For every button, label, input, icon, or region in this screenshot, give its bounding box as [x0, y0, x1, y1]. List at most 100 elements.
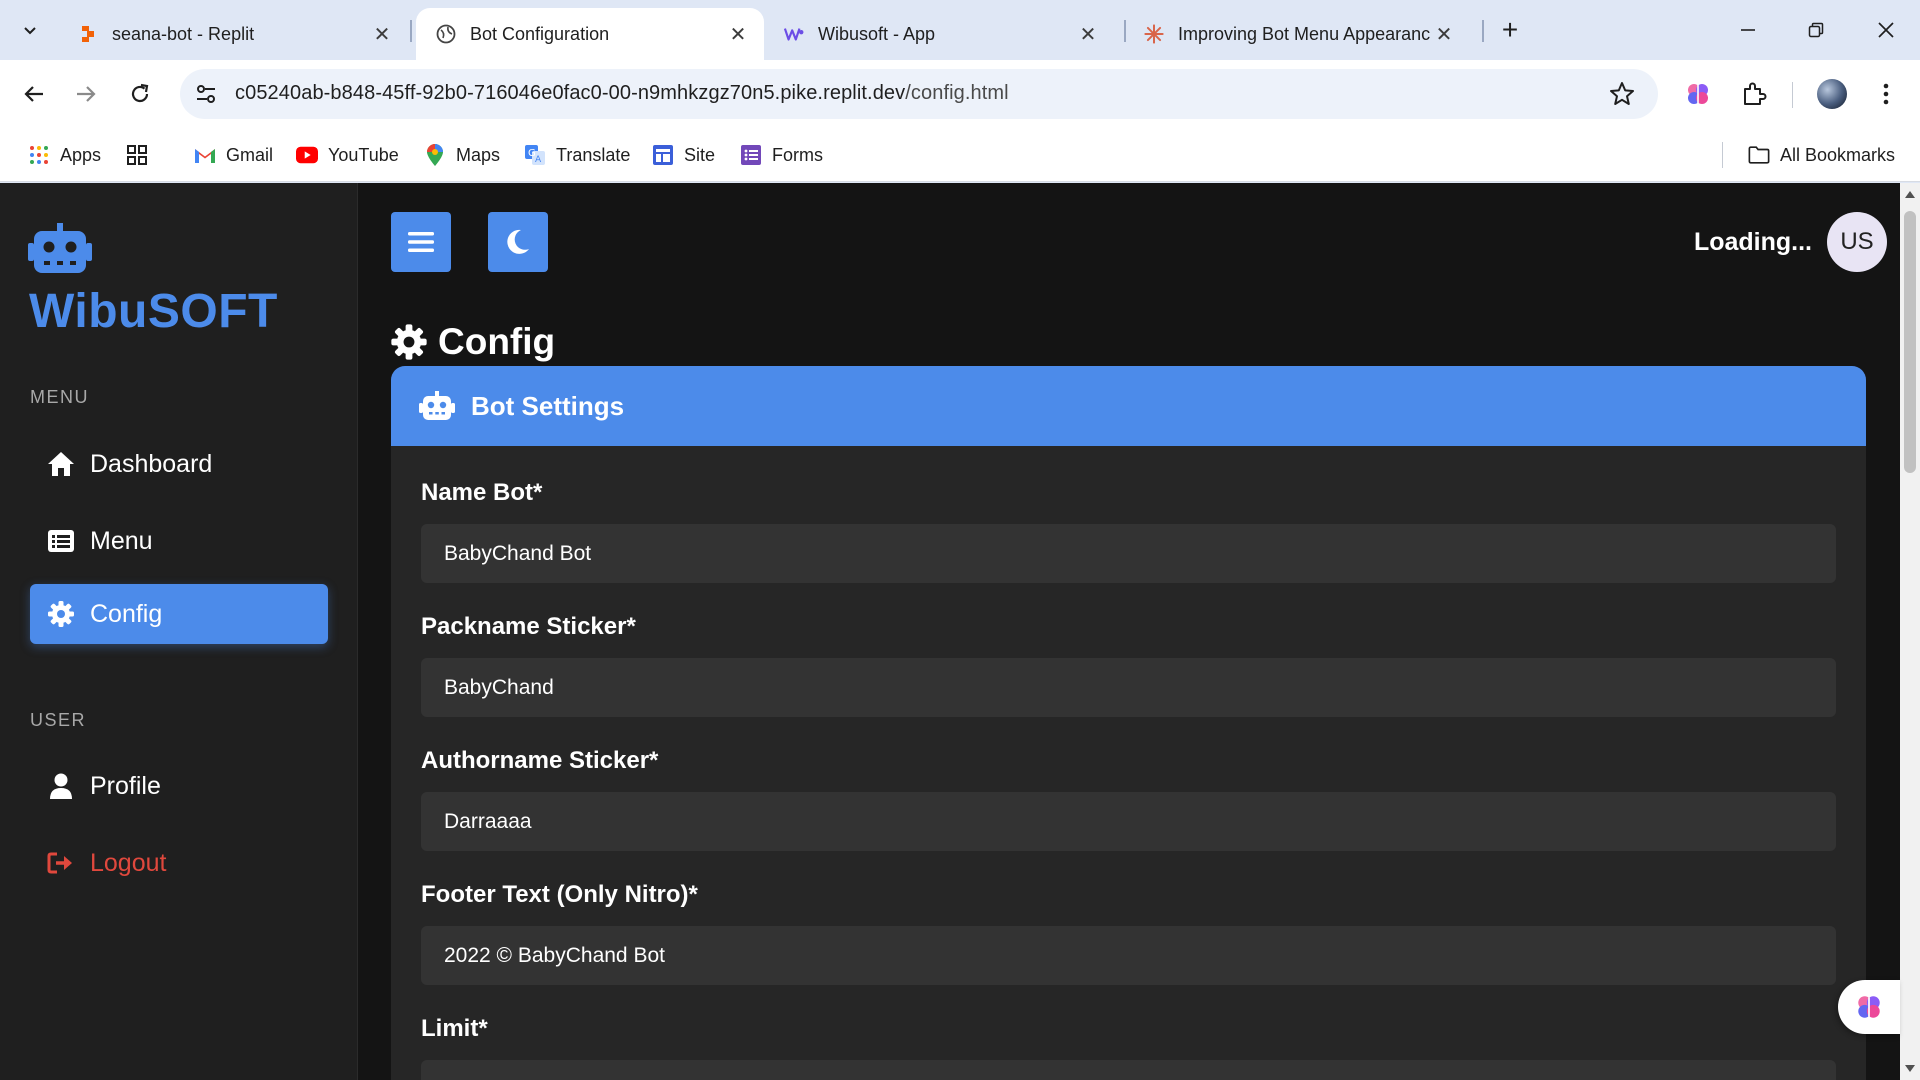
packname-sticker-field: Packname Sticker* — [421, 613, 1836, 717]
authorname-sticker-field: Authorname Sticker* — [421, 747, 1836, 851]
sidebar-item-label: Dashboard — [90, 449, 213, 478]
close-icon[interactable]: ✕ — [1434, 24, 1454, 46]
sidebar-item-profile[interactable]: Profile — [30, 756, 328, 816]
address-bar[interactable]: c05240ab-b848-45ff-92b0-716046e0fac0-00-… — [180, 69, 1658, 119]
tab-bot-configuration[interactable]: Bot Configuration ✕ — [416, 8, 764, 60]
close-icon[interactable]: ✕ — [372, 24, 392, 46]
reload-icon — [131, 83, 149, 103]
bot-settings-card: Bot Settings Name Bot* Packname Sticker*… — [391, 366, 1866, 1080]
bookmark-label: Apps — [60, 144, 102, 165]
card-header: Bot Settings — [391, 366, 1866, 446]
sidebar-toggle-button[interactable] — [391, 212, 451, 272]
sidebar-item-menu[interactable]: Menu — [30, 511, 328, 571]
bookmark-youtube[interactable]: YouTube — [296, 140, 399, 170]
url-host: c05240ab-b848-45ff-92b0-716046e0fac0-00-… — [235, 82, 906, 104]
all-bookmarks[interactable]: All Bookmarks — [1748, 140, 1895, 170]
home-icon — [46, 449, 76, 479]
bookmark-apps[interactable]: Apps — [28, 140, 101, 170]
field-label: Footer Text (Only Nitro)* — [421, 881, 698, 908]
card-title: Bot Settings — [471, 390, 625, 421]
back-button[interactable] — [14, 74, 54, 114]
browser-toolbar: c05240ab-b848-45ff-92b0-716046e0fac0-00-… — [0, 60, 1920, 128]
apps-grid-icon — [28, 144, 50, 166]
page-scrollbar[interactable] — [1900, 183, 1920, 1080]
footer-text-input[interactable] — [421, 926, 1836, 985]
bookmark-maps[interactable]: Maps — [424, 140, 500, 170]
bookmark-label: Forms — [772, 144, 823, 165]
theme-toggle-button[interactable] — [488, 212, 548, 272]
name-bot-input[interactable] — [421, 524, 1836, 583]
logout-icon — [46, 848, 76, 878]
toolbar-separator — [1792, 82, 1793, 108]
bookmark-translate[interactable]: GA Translate — [524, 140, 630, 170]
sidebar-item-config[interactable]: Config — [30, 584, 328, 644]
page-viewport: WibuSOFT MENU Dashboard Menu Config USER — [0, 183, 1900, 1080]
translate-icon: GA — [524, 144, 546, 166]
bookmarks-bar: Apps Gmail YouTube Maps GA Translate Sit… — [0, 128, 1920, 182]
new-tab-button[interactable]: + — [1494, 14, 1526, 46]
reload-button[interactable] — [120, 74, 160, 114]
sidebar-item-logout[interactable]: Logout — [30, 833, 328, 893]
hamburger-icon — [408, 232, 434, 252]
bookmark-label: Site — [684, 144, 716, 165]
bookmark-forms[interactable]: Forms — [740, 140, 823, 170]
arrow-right-icon — [77, 86, 96, 102]
maps-pin-icon — [424, 144, 446, 166]
field-label: Limit* — [421, 1015, 488, 1042]
bookmark-label: Gmail — [226, 144, 274, 165]
tab-search-button[interactable] — [10, 12, 50, 48]
name-bot-field: Name Bot* — [421, 479, 1836, 583]
sidebar-item-dashboard[interactable]: Dashboard — [30, 434, 328, 494]
chevron-down-icon — [24, 27, 36, 35]
url-text: c05240ab-b848-45ff-92b0-716046e0fac0-00-… — [235, 82, 1009, 105]
browser-tab-strip: seana-bot - Replit ✕ Bot Configuration ✕… — [0, 0, 1920, 60]
footer-text-field: Footer Text (Only Nitro)* — [421, 881, 1836, 985]
sidebar-item-label: Config — [90, 599, 163, 628]
list-icon — [46, 526, 76, 556]
extensions-puzzle-icon[interactable] — [1734, 74, 1774, 114]
avatar[interactable]: US — [1827, 212, 1887, 272]
tab-separator — [1482, 20, 1484, 42]
scroll-down-arrow-icon[interactable] — [1904, 1064, 1916, 1074]
limit-field: Limit* — [421, 1015, 1836, 1080]
tab-wibusoft-app[interactable]: Wibusoft - App ✕ — [764, 8, 1114, 60]
field-label: Packname Sticker* — [421, 613, 636, 640]
window-close-button[interactable] — [1862, 10, 1910, 50]
profile-avatar-icon[interactable] — [1812, 74, 1852, 114]
sites-icon — [652, 144, 674, 166]
field-label: Authorname Sticker* — [421, 747, 659, 774]
tab-title: Improving Bot Menu Appearanc — [1178, 23, 1431, 44]
tab-groups-icon — [126, 144, 148, 166]
browser-menu-icon[interactable] — [1866, 74, 1906, 114]
bookmark-gmail[interactable]: Gmail — [194, 140, 273, 170]
field-label: Name Bot* — [421, 479, 543, 506]
tab-seana-bot[interactable]: seana-bot - Replit ✕ — [58, 8, 408, 60]
minimize-icon — [1741, 29, 1755, 31]
tab-improving-bot-menu[interactable]: Improving Bot Menu Appearanc ✕ — [1124, 8, 1470, 60]
bookmark-grid[interactable] — [126, 140, 158, 170]
scroll-up-arrow-icon[interactable] — [1904, 189, 1916, 199]
minimize-button[interactable] — [1724, 10, 1772, 50]
sidebar-item-label: Logout — [90, 848, 167, 877]
user-icon — [46, 771, 76, 801]
close-icon[interactable]: ✕ — [728, 24, 748, 46]
scroll-thumb[interactable] — [1904, 211, 1916, 473]
replit-icon — [78, 24, 98, 44]
folder-icon — [1748, 144, 1770, 166]
bookmark-label: Maps — [456, 144, 501, 165]
authorname-sticker-input[interactable] — [421, 792, 1836, 851]
bookmark-star-icon[interactable] — [1608, 80, 1636, 108]
restore-button[interactable] — [1792, 10, 1840, 50]
svg-text:A: A — [535, 155, 542, 165]
floating-ai-button[interactable] — [1838, 980, 1900, 1034]
gmail-icon — [194, 144, 216, 166]
forward-button[interactable] — [66, 74, 106, 114]
bookmark-site[interactable]: Site — [652, 140, 715, 170]
close-icon[interactable]: ✕ — [1078, 24, 1098, 46]
gear-icon — [46, 599, 76, 629]
packname-sticker-input[interactable] — [421, 658, 1836, 717]
ai-extension-icon[interactable] — [1678, 74, 1718, 114]
robot-icon — [419, 391, 455, 420]
limit-input[interactable] — [421, 1060, 1836, 1080]
site-settings-icon[interactable] — [194, 82, 218, 106]
